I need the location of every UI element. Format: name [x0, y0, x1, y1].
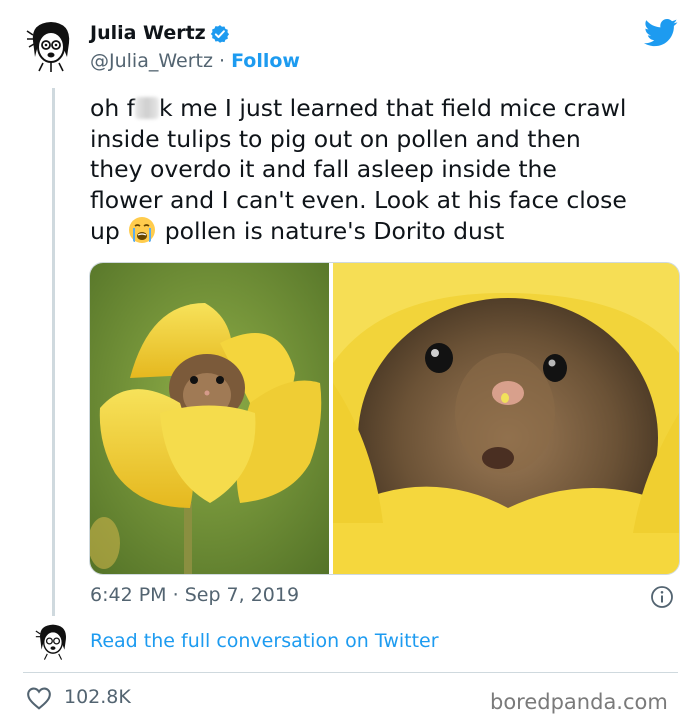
- author-handle[interactable]: @Julia_Wertz: [90, 50, 213, 72]
- author-avatar-small[interactable]: [33, 620, 73, 662]
- tweet-line-4: flower and I can't even. Look at his fac…: [90, 185, 627, 214]
- footer-divider: [23, 672, 678, 673]
- author-name[interactable]: Julia Wertz: [90, 22, 206, 44]
- tweet-line-2: inside tulips to pig out on pollen and t…: [90, 124, 581, 153]
- censored-blur: [135, 97, 160, 119]
- author-handle-row: @Julia_Wertz · Follow: [90, 50, 300, 72]
- tweet-line-1-start: oh f: [90, 94, 136, 122]
- heart-icon[interactable]: [26, 686, 52, 710]
- tweet-line-5-end: pollen is nature's Dorito dust: [157, 217, 505, 245]
- tweet-line-1-end: k me I just learned that field mice craw…: [159, 94, 627, 122]
- follow-button[interactable]: Follow: [231, 50, 300, 72]
- crying-face-emoji: [129, 217, 156, 243]
- tweet-date: Sep 7, 2019: [184, 584, 300, 606]
- info-icon[interactable]: [650, 585, 674, 609]
- tweet-line-5-start: up: [90, 217, 128, 245]
- tweet-timestamp[interactable]: 6:42 PM · Sep 7, 2019: [90, 584, 299, 606]
- tweet-line-1: oh f k me I just learned that field mice …: [90, 93, 690, 124]
- verified-badge-icon: [210, 25, 230, 43]
- watermark: boredpanda.com: [490, 690, 668, 714]
- twitter-bird-icon[interactable]: [644, 18, 678, 48]
- tweet-text: oh f k me I just learned that field mice …: [90, 93, 690, 247]
- read-conversation-link[interactable]: Read the full conversation on Twitter: [90, 630, 439, 652]
- like-count[interactable]: 102.8K: [64, 686, 131, 708]
- mouse-in-tulip-photo[interactable]: [90, 263, 329, 574]
- tweet-line-3: they overdo it and fall asleep inside th…: [90, 155, 557, 183]
- thread-connector-line: [52, 88, 55, 616]
- tweet-media[interactable]: [89, 262, 680, 575]
- tweet-time: 6:42 PM: [90, 584, 167, 606]
- tweet-line-5: up pollen is nature's Dorito dust: [90, 215, 690, 247]
- handle-separator: ·: [212, 50, 232, 72]
- author-avatar[interactable]: [23, 17, 79, 73]
- timestamp-separator: ·: [166, 584, 185, 606]
- mouse-face-closeup-photo[interactable]: [333, 263, 679, 574]
